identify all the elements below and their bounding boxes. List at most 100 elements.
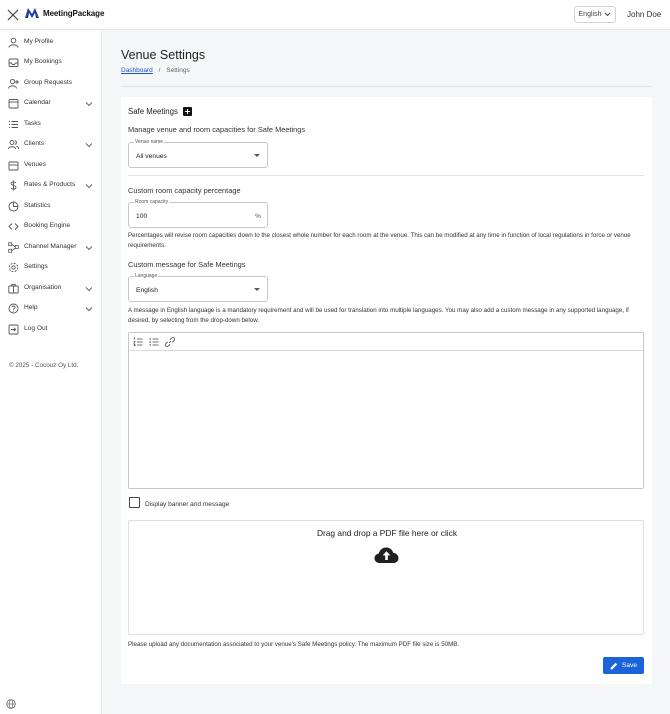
chevron-down-icon: [85, 143, 93, 148]
language-selector-label: English: [578, 11, 602, 18]
user-name[interactable]: John Doe: [627, 10, 661, 19]
sidebar-item-organisation[interactable]: Organisation: [0, 281, 102, 297]
sidebar-item-label: Clients: [24, 140, 45, 147]
sidebar-item-my-profile[interactable]: My Profile: [0, 35, 102, 51]
upload-note: Please upload any documentation associat…: [128, 641, 460, 648]
globe-icon[interactable]: [6, 699, 16, 709]
plus-box-icon[interactable]: [182, 107, 192, 116]
capacity-heading: Custom room capacity percentage: [128, 186, 241, 195]
ordered-list-icon[interactable]: [133, 337, 143, 347]
sidebar-item-label: Tasks: [24, 120, 41, 127]
network-icon: [8, 242, 19, 253]
dollar-icon: [10, 180, 17, 191]
calendar-icon: [8, 99, 19, 109]
sidebar-item-label: Organisation: [24, 284, 62, 291]
breadcrumb-dashboard-link[interactable]: Dashboard: [121, 67, 153, 74]
sidebar: My Profile My Bookings Group Requests Ca…: [0, 31, 102, 714]
save-button[interactable]: Save: [603, 657, 644, 674]
language-select[interactable]: Language English: [128, 273, 268, 302]
caret-down-icon: [254, 288, 260, 291]
sidebar-item-label: Venues: [24, 161, 46, 168]
language-selector[interactable]: English: [574, 6, 616, 23]
sidebar-item-my-bookings[interactable]: My Bookings: [0, 55, 102, 71]
list-icon: [8, 120, 18, 129]
display-banner-label: Display banner and message: [145, 500, 230, 508]
brand-name: MeetingPackage: [43, 8, 105, 18]
chevron-down-icon: [85, 287, 93, 292]
sidebar-item-clients[interactable]: Clients: [0, 137, 102, 153]
page-title: Venue Settings: [121, 48, 206, 62]
sidebar-item-label: Rates & Products: [24, 181, 76, 188]
pencil-icon: [610, 662, 618, 669]
sidebar-item-label: Channel Manager: [24, 243, 77, 250]
copyright: © 2025 - Cocouz Oy Ltd.: [9, 362, 79, 369]
sidebar-item-tasks[interactable]: Tasks: [0, 117, 102, 133]
venue-select-value: All venues: [136, 153, 167, 160]
user-icon: [8, 37, 19, 48]
save-button-label: Save: [621, 662, 638, 669]
sidebar-item-log-out[interactable]: Log Out: [0, 322, 102, 338]
room-capacity-input[interactable]: Room capacity 100 %: [128, 199, 268, 228]
logout-icon: [8, 324, 19, 335]
sidebar-item-label: Help: [24, 304, 38, 311]
brand-mark-icon: [25, 8, 39, 18]
top-bar: MeetingPackage English John Doe: [0, 0, 670, 30]
pdf-dropzone[interactable]: Drag and drop a PDF file here or click: [128, 520, 644, 635]
display-banner-checkbox-row[interactable]: Display banner and message: [129, 497, 229, 508]
close-icon[interactable]: [7, 9, 19, 21]
dropzone-text: Drag and drop a PDF file here or click: [316, 528, 458, 538]
sidebar-item-rates-products[interactable]: Rates & Products: [0, 178, 102, 194]
percent-suffix: %: [255, 213, 261, 220]
sidebar-item-channel-manager[interactable]: Channel Manager: [0, 240, 102, 256]
sidebar-item-venues[interactable]: Venues: [0, 158, 102, 174]
sidebar-item-label: My Profile: [24, 38, 54, 45]
sidebar-item-group-requests[interactable]: Group Requests: [0, 76, 102, 92]
message-note: A message in English language is a manda…: [128, 307, 629, 324]
users-icon: [8, 140, 19, 150]
room-capacity-label: Room capacity: [134, 199, 170, 205]
sidebar-item-label: My Bookings: [24, 58, 62, 65]
sidebar-item-help[interactable]: Help: [0, 301, 102, 317]
user-plus-icon: [8, 78, 19, 89]
bullet-list-icon[interactable]: [149, 337, 159, 347]
message-heading: Custom message for Safe Meetings: [128, 260, 246, 269]
briefcase-icon: [8, 283, 19, 294]
sidebar-item-calendar[interactable]: Calendar: [0, 96, 102, 112]
pie-chart-icon: [8, 201, 19, 212]
sidebar-item-statistics[interactable]: Statistics: [0, 199, 102, 215]
sidebar-item-booking-engine[interactable]: Booking Engine: [0, 219, 102, 235]
divider: [121, 86, 652, 87]
chevron-down-icon: [85, 246, 93, 251]
capacity-note: Percentages will revise room capacities …: [128, 232, 631, 249]
help-icon: [8, 303, 19, 314]
sidebar-item-settings[interactable]: Settings: [0, 260, 102, 276]
breadcrumb-current: Settings: [166, 67, 190, 74]
code-icon: [8, 223, 19, 230]
manage-heading: Manage venue and room capacities for Saf…: [128, 125, 306, 134]
chevron-down-icon: [85, 184, 93, 189]
venue-select[interactable]: Venue name All venues: [128, 139, 268, 168]
sidebar-item-label: Log Out: [24, 325, 48, 332]
sidebar-item-label: Settings: [24, 263, 48, 270]
chevron-down-icon: [85, 102, 93, 107]
chevron-down-icon: [85, 307, 93, 312]
brand-logo[interactable]: MeetingPackage: [25, 8, 104, 18]
display-banner-checkbox[interactable]: [129, 497, 140, 508]
sidebar-item-label: Calendar: [24, 99, 51, 106]
message-editor[interactable]: [128, 332, 644, 489]
link-icon[interactable]: [165, 337, 175, 347]
sidebar-item-label: Group Requests: [24, 79, 73, 86]
venue-select-label: Venue name: [134, 139, 165, 145]
breadcrumb: Dashboard / Settings: [121, 67, 190, 74]
gear-icon: [8, 262, 19, 273]
caret-down-icon: [254, 154, 260, 157]
section-title-text: Safe Meetings: [128, 107, 178, 116]
divider: [128, 175, 644, 176]
inbox-icon: [8, 58, 19, 67]
language-select-value: English: [136, 287, 158, 294]
sidebar-item-label: Booking Engine: [24, 222, 71, 229]
section-title: Safe Meetings: [128, 107, 192, 116]
chevron-down-icon: [605, 12, 611, 17]
room-capacity-value: 100: [136, 213, 148, 220]
language-select-label: Language: [134, 273, 159, 279]
